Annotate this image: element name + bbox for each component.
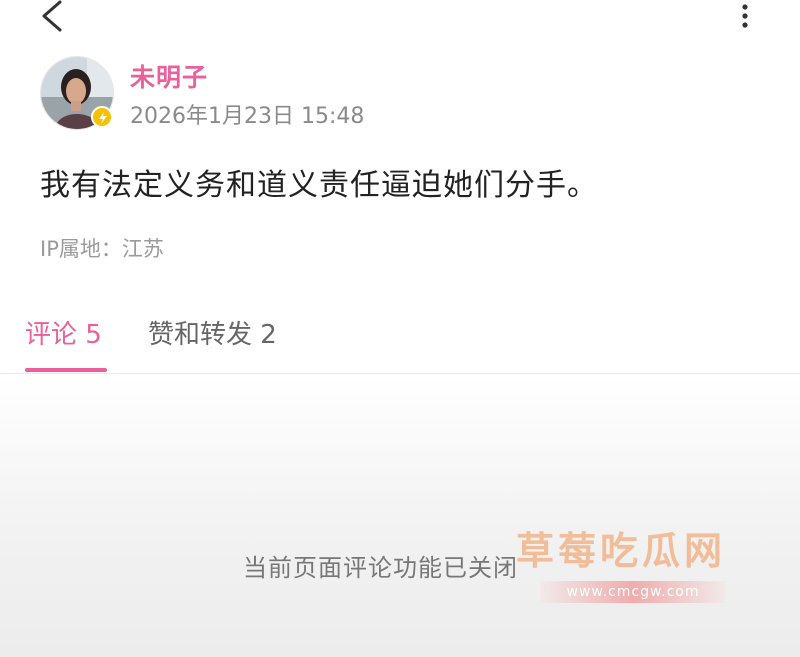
- chevron-left-icon: [42, 0, 62, 32]
- comments-area: [0, 374, 800, 657]
- lightning-badge-icon: [99, 112, 107, 124]
- active-tab-indicator: [25, 368, 107, 372]
- verified-badge: [91, 106, 113, 128]
- watermark-url: www.cmcgw.com: [540, 581, 726, 603]
- more-options-button[interactable]: [728, 2, 762, 32]
- author-avatar-container[interactable]: [40, 56, 114, 130]
- tab-comments[interactable]: 评论 5: [25, 314, 102, 351]
- watermark-title: 草莓吃瓜网: [516, 529, 727, 573]
- post-detail-page: 未明子 2026年1月23日 15:48 我有法定义务和道义责任逼迫她们分手。 …: [0, 0, 800, 657]
- comments-closed-message: 当前页面评论功能已关闭: [243, 554, 518, 582]
- author-name[interactable]: 未明子: [130, 58, 208, 94]
- back-button[interactable]: [30, 0, 74, 36]
- vertical-dots-icon: [742, 4, 748, 28]
- ip-location: IP属地：江苏: [40, 237, 164, 261]
- tab-likes-reposts[interactable]: 赞和转发 2: [148, 314, 277, 351]
- post-timestamp: 2026年1月23日 15:48: [130, 104, 365, 129]
- post-content: 我有法定义务和道义责任逼迫她们分手。: [40, 168, 598, 203]
